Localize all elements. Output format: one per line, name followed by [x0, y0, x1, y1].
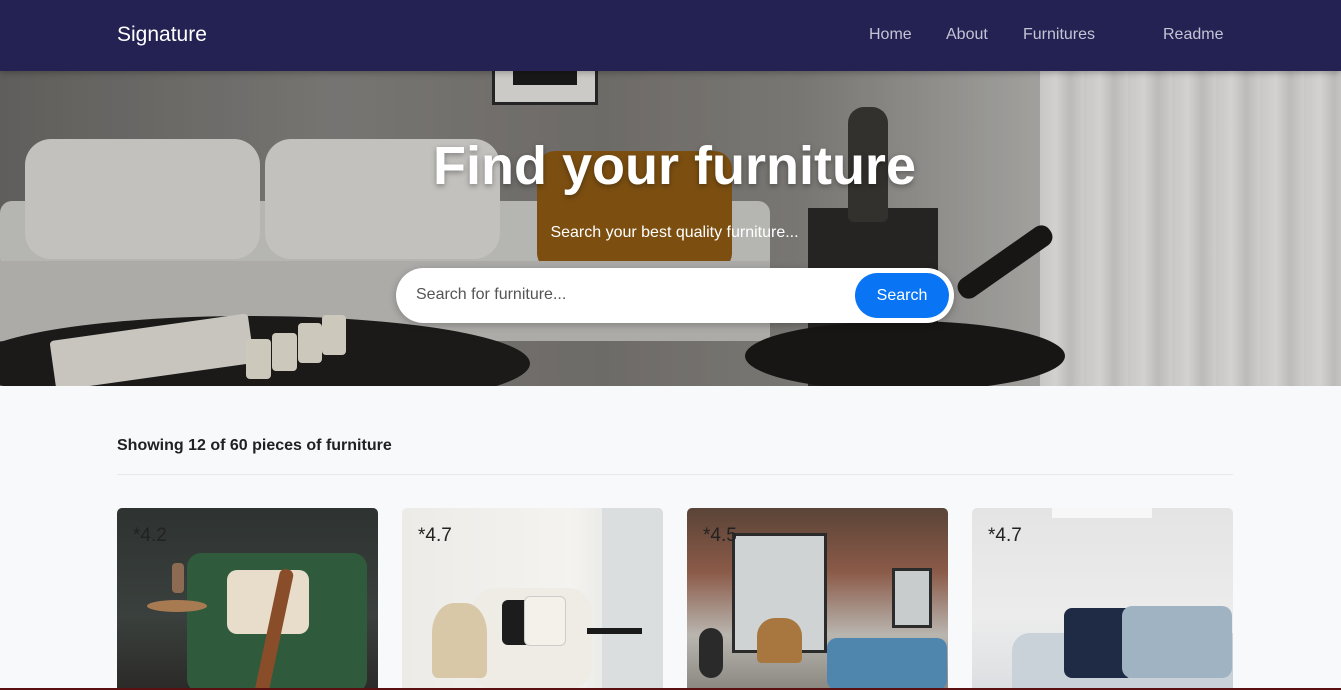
brand-logo-link[interactable]: Signature: [117, 23, 207, 47]
furniture-card[interactable]: *4.7: [402, 508, 663, 690]
search-button[interactable]: Search: [855, 273, 949, 318]
nav-link-home[interactable]: Home: [869, 26, 912, 44]
section-divider: [117, 474, 1233, 475]
furniture-card[interactable]: *4.5: [687, 508, 948, 690]
top-navbar: Signature Home About Furnitures Readme: [0, 0, 1341, 71]
nav-link-readme[interactable]: Readme: [1163, 26, 1223, 44]
card-rating: *4.2: [133, 525, 167, 546]
furniture-card[interactable]: *4.7: [972, 508, 1233, 690]
card-rating: *4.7: [988, 525, 1022, 546]
hero-banner: Find your furniture Search your best qua…: [0, 71, 1341, 386]
hero-subtitle: Search your best quality furniture...: [550, 224, 799, 241]
nav-link-furnitures[interactable]: Furnitures: [1023, 26, 1095, 44]
nav-link-about[interactable]: About: [946, 26, 988, 44]
card-rating: *4.5: [703, 525, 737, 546]
hero-title: Find your furniture: [433, 136, 916, 196]
search-bar: Search: [396, 268, 954, 323]
furniture-card[interactable]: *4.2: [117, 508, 378, 690]
results-summary: Showing 12 of 60 pieces of furniture: [117, 437, 392, 454]
search-input[interactable]: [416, 281, 836, 309]
card-rating: *4.7: [418, 525, 452, 546]
